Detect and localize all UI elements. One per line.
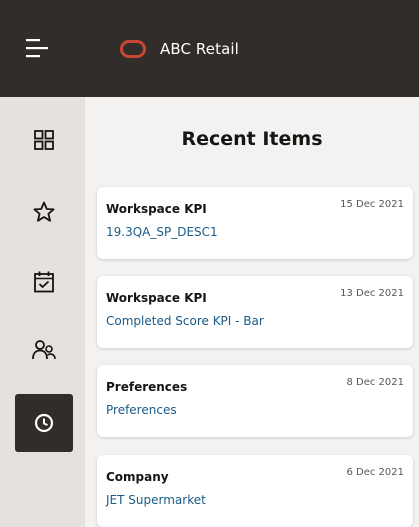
recent-items-panel: Recent Items Workspace KPI 15 Dec 2021 1… bbox=[85, 97, 419, 527]
nav-item-home[interactable] bbox=[15, 111, 73, 169]
nav-item-recent[interactable] bbox=[15, 394, 73, 452]
recent-item-card[interactable]: Company 6 Dec 2021 JET Supermarket bbox=[97, 455, 413, 527]
item-name-link[interactable]: JET Supermarket bbox=[106, 493, 206, 507]
grid-icon bbox=[34, 130, 54, 150]
star-icon bbox=[33, 201, 55, 222]
brand[interactable]: ABC Retail bbox=[120, 38, 239, 60]
nav-item-people[interactable] bbox=[15, 321, 73, 379]
item-type: Workspace KPI bbox=[106, 202, 207, 216]
item-name-link[interactable]: Preferences bbox=[106, 403, 177, 417]
panel-title: Recent Items bbox=[181, 128, 323, 150]
item-date: 6 Dec 2021 bbox=[346, 467, 404, 478]
clock-icon bbox=[34, 413, 54, 433]
people-icon bbox=[32, 340, 56, 360]
item-date: 15 Dec 2021 bbox=[340, 199, 404, 210]
item-date: 13 Dec 2021 bbox=[340, 288, 404, 299]
recent-item-card[interactable]: Workspace KPI 13 Dec 2021 Completed Scor… bbox=[97, 276, 413, 348]
item-date: 8 Dec 2021 bbox=[346, 377, 404, 388]
item-type: Preferences bbox=[106, 380, 188, 394]
calendar-check-icon bbox=[34, 271, 54, 293]
app-header: ABC Retail bbox=[0, 0, 419, 97]
app-title: ABC Retail bbox=[160, 40, 239, 58]
nav-item-favorites[interactable] bbox=[15, 183, 73, 241]
item-name-link[interactable]: 19.3QA_SP_DESC1 bbox=[106, 225, 218, 239]
nav-rail bbox=[0, 97, 85, 527]
hamburger-menu-icon[interactable] bbox=[26, 37, 50, 59]
nav-item-tasks[interactable] bbox=[15, 253, 73, 311]
item-name-link[interactable]: Completed Score KPI - Bar bbox=[106, 314, 264, 328]
item-type: Company bbox=[106, 470, 169, 484]
oracle-logo-icon bbox=[120, 40, 146, 58]
item-type: Workspace KPI bbox=[106, 291, 207, 305]
recent-item-card[interactable]: Preferences 8 Dec 2021 Preferences bbox=[97, 365, 413, 437]
recent-item-card[interactable]: Workspace KPI 15 Dec 2021 19.3QA_SP_DESC… bbox=[97, 187, 413, 259]
